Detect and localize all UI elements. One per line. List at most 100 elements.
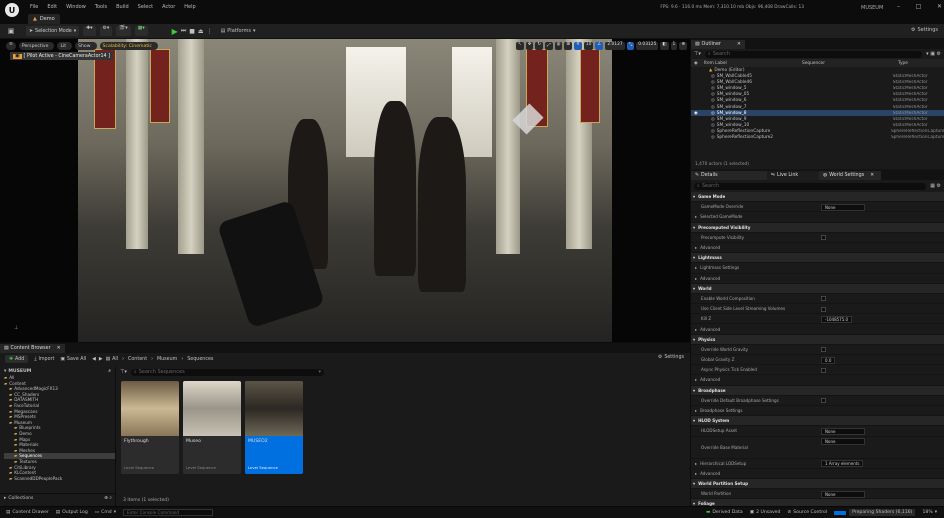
details-property[interactable]: Override Default Broadphase Settings <box>691 396 944 406</box>
details-section-header[interactable]: ▾ HLOD System <box>691 416 944 427</box>
details-property[interactable]: World Partition None <box>691 489 944 500</box>
world-icon[interactable]: ◍ <box>554 42 563 50</box>
visibility-icon[interactable]: ◉ <box>691 111 701 116</box>
import-button[interactable]: ⤓ Import <box>34 356 54 363</box>
menu-item[interactable]: Select <box>138 4 153 10</box>
step-icon[interactable]: ⏭ <box>181 27 186 35</box>
viewport-menu-button[interactable]: ≡ <box>6 42 16 50</box>
details-section-header[interactable]: ▾ World <box>691 283 944 294</box>
property-checkbox[interactable] <box>821 306 826 312</box>
build-button[interactable]: ▦▾ <box>134 26 148 36</box>
content-drawer-button[interactable]: ▤ Content Drawer <box>6 510 49 515</box>
col-item-label[interactable]: Item Label <box>704 61 802 66</box>
outliner-row[interactable]: ◎ SM_WallCable45 StaticMeshActor <box>691 73 944 79</box>
filter-icon[interactable]: ⊤▾ <box>694 51 701 57</box>
console-input[interactable]: Enter Console Command <box>123 509 214 516</box>
maximize-viewport-icon[interactable]: ⊕ <box>679 42 688 50</box>
outliner-row[interactable]: ◎ SM_window_5 StaticMeshActor <box>691 85 944 91</box>
property-value[interactable]: 0.0 <box>821 356 836 364</box>
tab-details[interactable]: ✎ Details <box>691 170 767 180</box>
property-value[interactable]: None <box>821 490 865 498</box>
derived-data-button[interactable]: ▬ Derived Data <box>706 510 743 515</box>
level-viewport[interactable]: ≡ Perspective Lit Show Scalability: Cine… <box>0 39 690 342</box>
asset-search-input[interactable]: ⌕ Search Sequences ▾ <box>130 368 324 376</box>
scale-snap-value[interactable]: 0.03125 <box>636 42 659 50</box>
scalability-button[interactable]: Scalability: Cinematic <box>99 42 158 50</box>
details-property[interactable]: Override Base Material None <box>691 437 944 459</box>
outliner-row[interactable]: ◎ SM_window_10 StaticMeshActor <box>691 123 944 129</box>
tab-content-browser[interactable]: ▤ Content Browser ✕ <box>0 343 65 353</box>
details-category[interactable]: ▸ Advanced <box>691 469 944 479</box>
grid-snap-value[interactable]: 10 <box>583 42 594 50</box>
collections-header[interactable]: ▸ Collections ⊕ ⌕ <box>0 493 116 502</box>
outliner-row[interactable]: ◎ SM_window_05 StaticMeshActor <box>691 92 944 98</box>
details-section-header[interactable]: ▾ Game Mode <box>691 192 944 203</box>
selection-mode-button[interactable]: ➤ Selection Mode ▾ <box>26 26 80 36</box>
cinematics-button[interactable]: 🎬▾ <box>116 26 131 36</box>
search-icon[interactable]: ⌕ <box>108 368 111 374</box>
details-section-header[interactable]: ▾ Lightmass <box>691 253 944 264</box>
output-log-button[interactable]: ▤ Output Log <box>56 510 88 515</box>
add-actor-button[interactable]: ✚▾ <box>83 26 96 36</box>
camera-speed-value[interactable]: 1 <box>670 42 678 50</box>
view-options-icon[interactable]: ▦ ⚙ <box>930 183 941 189</box>
platforms-button[interactable]: ▤ Platforms ▾ <box>221 28 256 34</box>
surface-snap-icon[interactable]: ⊞ <box>564 42 573 50</box>
details-category[interactable]: ▸ Advanced <box>691 375 944 386</box>
filter-icon[interactable]: ⊤▾ <box>120 369 127 375</box>
details-category[interactable]: ▸ Advanced <box>691 324 944 335</box>
property-checkbox[interactable] <box>821 367 826 373</box>
outliner-row[interactable]: ◉ ◎ SM_window_8 StaticMeshActor <box>691 110 944 117</box>
property-value[interactable]: None <box>821 203 865 211</box>
blueprint-button[interactable]: ⚙▾ <box>99 26 113 36</box>
content-settings-button[interactable]: ⚙ Settings <box>658 355 684 360</box>
property-checkbox[interactable] <box>821 347 826 353</box>
details-search-input[interactable]: ⌕ Search <box>694 182 927 190</box>
eject-icon[interactable]: ⏏ <box>198 28 204 35</box>
close-icon[interactable]: ✕ <box>870 173 874 178</box>
breadcrumb-item[interactable]: Sequences <box>187 357 213 362</box>
angle-snap-value[interactable]: 2.0127 <box>605 42 625 50</box>
lit-button[interactable]: Lit <box>57 42 73 50</box>
details-property[interactable]: Override World Gravity <box>691 345 944 355</box>
details-category[interactable]: ▸ Lightmass Settings <box>691 263 944 274</box>
details-section-header[interactable]: ▾ Broadphase <box>691 385 944 396</box>
grid-snap-button[interactable]: # <box>574 42 582 50</box>
menu-item[interactable]: Tools <box>95 4 107 10</box>
back-icon[interactable]: ◀ <box>92 357 96 362</box>
details-property[interactable]: Kill Z -1048575.0 <box>691 314 944 325</box>
add-collection-icon[interactable]: ⊕ ⌕ <box>104 495 112 501</box>
stop-icon[interactable]: ■ <box>189 28 195 35</box>
menu-item[interactable]: File <box>30 4 38 10</box>
outliner-row[interactable]: ◎ SM_window_7 StaticMeshActor <box>691 104 944 110</box>
details-category[interactable]: ▸ Advanced <box>691 243 944 254</box>
menu-item[interactable]: Edit <box>47 4 57 10</box>
details-category[interactable]: ▸ Broadphase Settings <box>691 406 944 417</box>
tab-world-settings[interactable]: ◍ World Settings ✕ <box>819 170 881 180</box>
details-section-header[interactable]: ▾ Physics <box>691 334 944 345</box>
details-property[interactable]: GameMode Override None <box>691 202 944 213</box>
details-section-header[interactable]: ▾ World Partition Setup <box>691 478 944 490</box>
camera-speed-icon[interactable]: ◧ <box>660 42 669 50</box>
details-section-header[interactable]: ▾ Precomputed Visibility <box>691 222 944 233</box>
menu-item[interactable]: Actor <box>162 4 175 10</box>
outliner-row[interactable]: ◎ SM_WallCable46 StaticMeshActor <box>691 79 944 85</box>
details-property[interactable]: Use Client Side Level Streaming Volumes <box>691 304 944 315</box>
outliner-row[interactable]: ◎ SphereReflectionCapture2 SphereReflectio… <box>691 135 944 141</box>
angle-snap-icon[interactable]: ∠ <box>595 42 604 50</box>
details-category[interactable]: ▸ Hierarchical LODSetup 1 Array elements <box>691 459 944 469</box>
folder-tree-item[interactable]: ▰ ScannedDDPeoplePack <box>4 476 115 482</box>
source-control-button[interactable]: ⊘ Source Control <box>787 510 827 515</box>
breadcrumb-item[interactable]: Museum <box>157 357 177 362</box>
asset-card[interactable]: Flythrough Level Sequence <box>121 381 179 474</box>
close-button[interactable]: ✕ <box>937 3 942 10</box>
cmd-button[interactable]: ▭ Cmd ▾ <box>95 510 116 515</box>
property-value[interactable]: None <box>821 427 865 435</box>
menu-item[interactable]: Build <box>116 4 129 10</box>
more-icon[interactable]: ⋮ <box>207 28 213 35</box>
outliner-row[interactable]: ◎ SphereReflectionCapture SphereReflection… <box>691 129 944 135</box>
scale-snap-icon[interactable]: ⤡ <box>626 42 635 50</box>
pilot-banner[interactable]: ▣ [ Pilot Active - CineCameraActor14 ] <box>10 52 113 60</box>
details-property[interactable]: Global Gravity Z 0.0 <box>691 355 944 366</box>
property-value[interactable]: None <box>821 438 865 445</box>
